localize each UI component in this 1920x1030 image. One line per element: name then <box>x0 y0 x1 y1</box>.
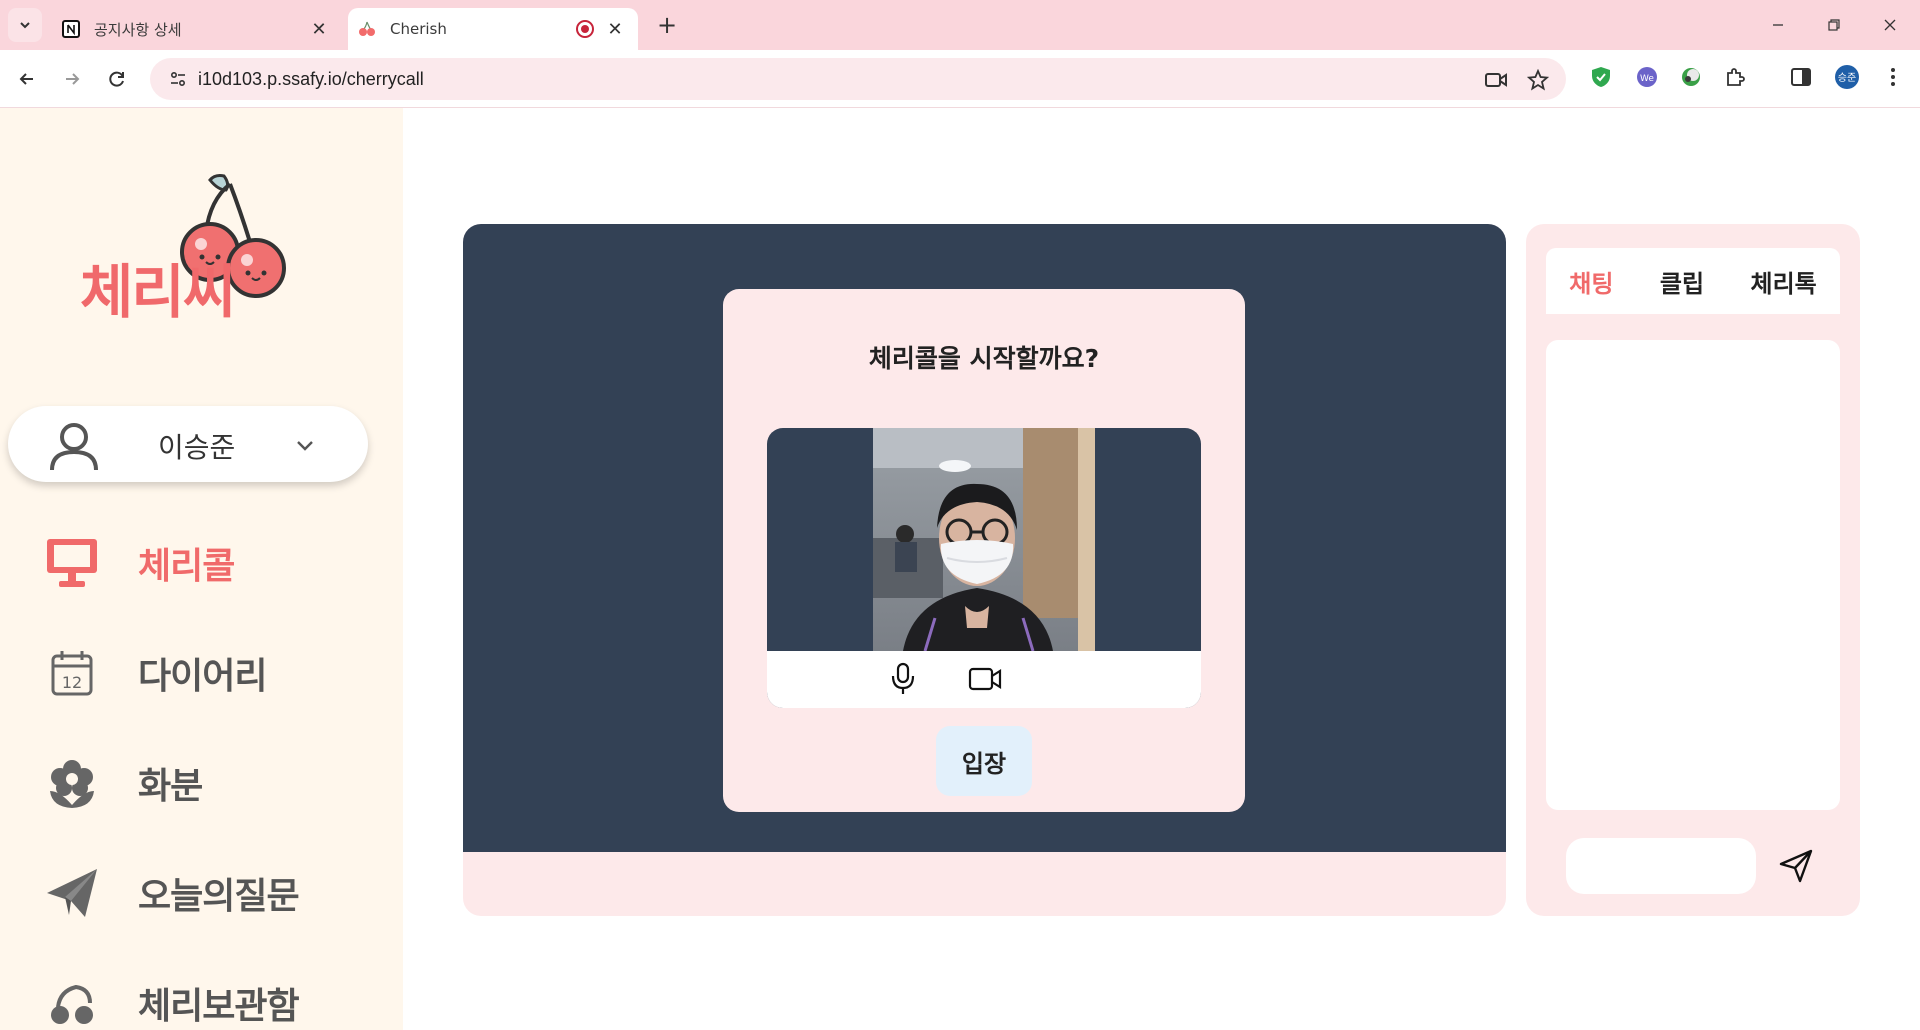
chat-input[interactable] <box>1566 838 1756 894</box>
colorzilla-extension-icon[interactable] <box>1678 64 1704 90</box>
url-text: i10d103.p.ssafy.io/cherrycall <box>198 68 424 89</box>
shield-extension-icon[interactable] <box>1588 64 1614 90</box>
notion-icon <box>62 20 80 38</box>
close-icon[interactable]: ✕ <box>308 18 330 40</box>
bookmark-star-icon[interactable] <box>1524 68 1552 92</box>
video-stage: 체리콜을 시작할까요? 입장 <box>463 224 1506 916</box>
nav-flowerpot[interactable]: 화분 <box>44 753 203 813</box>
webcam-video <box>873 428 1095 651</box>
monitor-icon <box>44 535 100 591</box>
nav-label: 다이어리 <box>138 656 267 697</box>
nav-label: 체리보관함 <box>138 986 300 1027</box>
new-tab-button[interactable]: + <box>652 10 682 40</box>
sidebar: 체리씨 이승준 체리콜 12 다이어리 화분 오늘의질문 체리보관함 <box>0 108 403 1030</box>
nav-today-question[interactable]: 오늘의질문 <box>44 863 300 923</box>
reload-icon <box>109 71 124 87</box>
arrow-left-icon <box>19 73 33 85</box>
nav-label: 화분 <box>138 766 203 807</box>
arrow-right-icon <box>66 73 80 85</box>
reload-button[interactable] <box>100 62 134 96</box>
nav-cherrycall[interactable]: 체리콜 <box>44 533 235 593</box>
minimize-button[interactable] <box>1756 8 1800 42</box>
svg-text:We: We <box>1640 74 1654 84</box>
nav-label: 체리콜 <box>138 546 235 587</box>
calendar-icon: 12 <box>44 645 100 701</box>
user-icon <box>50 423 98 471</box>
logo-text: 체리씨 <box>80 258 236 326</box>
dialog-title: 체리콜을 시작할까요? <box>868 344 1100 373</box>
logo[interactable]: 체리씨 <box>80 160 320 326</box>
restore-icon <box>1828 19 1840 31</box>
side-panel-icon[interactable] <box>1788 64 1814 90</box>
calendar-date: 12 <box>62 673 82 692</box>
site-info-icon[interactable] <box>158 69 198 89</box>
address-bar[interactable]: i10d103.p.ssafy.io/cherrycall <box>150 58 1566 100</box>
cherry-icon <box>358 20 376 38</box>
browser-tab-bar: 공지사항 상세 ✕ Cherish ✕ + <box>0 0 1920 50</box>
cherry-box-icon <box>44 975 100 1030</box>
paper-plane-icon <box>44 865 100 921</box>
tab-cherish[interactable]: Cherish ✕ <box>348 8 638 50</box>
send-button[interactable] <box>1776 846 1816 886</box>
tab-clip[interactable]: 클립 <box>1660 264 1704 299</box>
close-icon <box>1884 19 1896 31</box>
camera-button[interactable] <box>967 661 1003 697</box>
camera-preview <box>767 428 1201 708</box>
we-extension-icon[interactable]: We <box>1634 64 1660 90</box>
tab-notice-detail[interactable]: 공지사항 상세 ✕ <box>52 8 342 50</box>
browser-toolbar: i10d103.p.ssafy.io/cherrycall <box>0 50 1920 108</box>
media-controls <box>767 651 1201 708</box>
chevron-down-icon <box>20 22 30 29</box>
send-icon <box>1779 849 1813 883</box>
video-camera-icon <box>968 667 1002 691</box>
chat-panel: 채팅 클립 체리톡 <box>1526 224 1860 916</box>
puzzle-extensions-icon[interactable] <box>1722 64 1748 90</box>
close-icon[interactable]: ✕ <box>604 18 626 40</box>
enter-button[interactable]: 입장 <box>936 726 1032 796</box>
start-call-dialog: 체리콜을 시작할까요? 입장 <box>723 289 1245 812</box>
profile-avatar[interactable]: 승준 <box>1834 64 1860 90</box>
minimize-icon <box>1773 24 1783 26</box>
nav-diary[interactable]: 12 다이어리 <box>44 643 267 703</box>
user-selector[interactable]: 이승준 <box>8 406 368 482</box>
more-menu-icon[interactable] <box>1880 64 1906 90</box>
profile-initials: 승준 <box>1837 73 1857 84</box>
tab-chat[interactable]: 채팅 <box>1569 264 1613 299</box>
restore-button[interactable] <box>1812 8 1856 42</box>
microphone-icon <box>891 662 915 694</box>
forward-button[interactable] <box>55 62 89 96</box>
chat-tabs: 채팅 클립 체리톡 <box>1546 248 1840 314</box>
tab-search-button[interactable] <box>8 8 42 42</box>
nav-label: 오늘의질문 <box>138 876 300 917</box>
tab-title: Cherish <box>390 20 447 38</box>
recording-icon <box>576 20 594 38</box>
back-button[interactable] <box>10 62 44 96</box>
user-name: 이승준 <box>158 431 236 464</box>
chevron-down-icon <box>297 441 313 451</box>
microphone-button[interactable] <box>885 661 921 697</box>
chat-messages[interactable] <box>1546 340 1840 810</box>
tab-title: 공지사항 상세 <box>94 20 182 39</box>
camera-in-use-icon[interactable] <box>1482 68 1510 92</box>
nav-cherry-box[interactable]: 체리보관함 <box>44 973 300 1030</box>
flower-icon <box>44 755 100 811</box>
tab-cherrytalk[interactable]: 체리톡 <box>1751 264 1817 299</box>
window-close-button[interactable] <box>1868 8 1912 42</box>
